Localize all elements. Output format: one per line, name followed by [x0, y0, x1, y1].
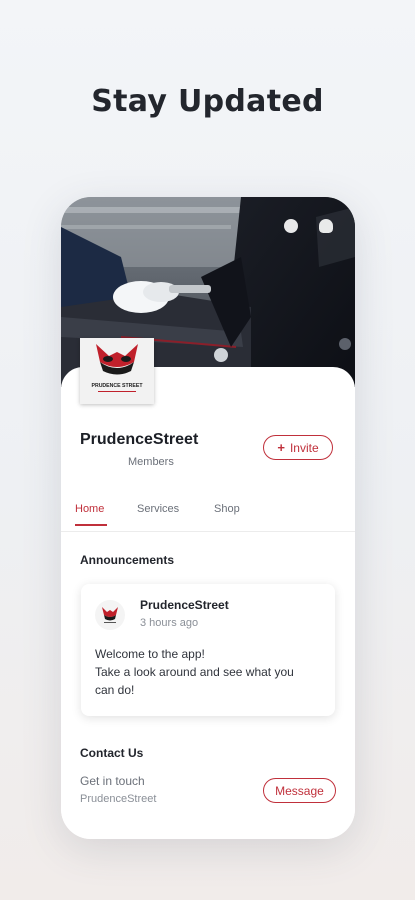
owl-logo-icon: PRUDENCE STREET: [80, 338, 154, 404]
bell-icon[interactable]: [319, 219, 333, 233]
post-timestamp: 3 hours ago: [140, 617, 199, 629]
members-link[interactable]: Members: [128, 456, 174, 468]
invite-label: Invite: [289, 440, 319, 455]
chat-icon[interactable]: [284, 219, 298, 233]
post-body: Welcome to the app! Take a look around a…: [95, 645, 327, 699]
phone-mockup: PRUDENCE STREET PrudenceStreet Members +…: [61, 197, 355, 839]
post-line: can do!: [95, 683, 135, 697]
avatar: [95, 600, 125, 630]
group-logo: PRUDENCE STREET: [80, 338, 154, 404]
message-button[interactable]: Message: [263, 778, 336, 803]
page-headline: Stay Updated: [91, 84, 324, 119]
announcements-title: Announcements: [80, 553, 175, 567]
active-tab-indicator: [75, 524, 107, 526]
contact-name: PrudenceStreet: [80, 793, 157, 805]
plus-icon: +: [277, 440, 285, 455]
tab-bar: Home Services Shop: [61, 495, 355, 532]
tab-home[interactable]: Home: [75, 503, 104, 515]
announcement-card[interactable]: PrudenceStreet 3 hours ago Welcome to th…: [81, 584, 335, 716]
post-line: Welcome to the app!: [95, 647, 205, 661]
tab-shop[interactable]: Shop: [214, 503, 240, 515]
tab-services[interactable]: Services: [137, 503, 179, 515]
contact-subtitle: Get in touch: [80, 774, 145, 788]
contact-title: Contact Us: [80, 746, 144, 760]
logo-wordmark: PRUDENCE STREET: [91, 383, 143, 389]
invite-button[interactable]: + Invite: [263, 435, 333, 460]
group-name: PrudenceStreet: [80, 431, 199, 448]
post-author: PrudenceStreet: [140, 598, 229, 612]
post-line: Take a look around and see what you: [95, 665, 294, 679]
